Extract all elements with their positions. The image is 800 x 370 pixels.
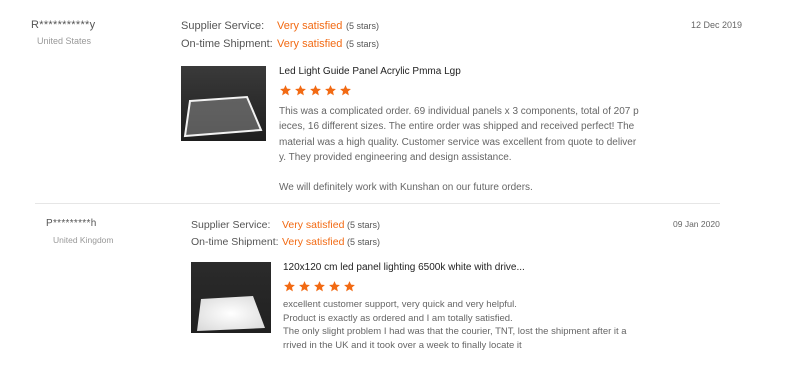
review-text-line (279, 165, 639, 180)
buyer-name: R***********y (31, 19, 96, 31)
shipment-value: Very satisfied (282, 236, 345, 248)
star-icon (295, 85, 306, 96)
product-thumbnail[interactable] (181, 66, 266, 141)
review-text: This was a complicated order. 69 individ… (279, 104, 639, 195)
rating-stars (283, 280, 356, 293)
supplier-service-stars: (5 stars) (347, 220, 381, 230)
review-text-line: material was a high quality. Customer se… (279, 136, 637, 148)
review-text: excellent customer support, very quick a… (283, 298, 627, 352)
star-icon (280, 85, 291, 96)
review-text-line: This was a complicated order. 69 individ… (279, 106, 639, 117)
shipment-value: Very satisfied (277, 38, 343, 50)
review-text-line: Product is exactly as ordered and I am t… (283, 312, 513, 324)
star-icon (325, 85, 336, 96)
supplier-service-stars: (5 stars) (346, 21, 380, 31)
buyer-country: United Kingdom (53, 235, 114, 245)
supplier-service-label: Supplier Service: (181, 20, 265, 32)
star-icon (344, 281, 355, 292)
supplier-service-value: Very satisfied (282, 219, 345, 231)
buyer-country: United States (37, 36, 92, 46)
review-date: 12 Dec 2019 (691, 20, 743, 30)
star-icon (314, 281, 325, 292)
star-icon (310, 85, 321, 96)
product-title[interactable]: 120x120 cm led panel lighting 6500k whit… (283, 262, 525, 273)
shipment-label: On-time Shipment: (181, 38, 273, 50)
review-text-line: y. They provided engineering and design … (279, 151, 512, 163)
star-icon (299, 281, 310, 292)
review-date: 09 Jan 2020 (673, 219, 720, 229)
product-thumbnail[interactable] (191, 262, 271, 333)
review-divider (35, 203, 720, 204)
shipment-label: On-time Shipment: (191, 236, 279, 248)
star-icon (340, 85, 351, 96)
shipment-stars: (5 stars) (346, 39, 380, 49)
review-text-line: excellent customer support, very quick a… (283, 299, 517, 310)
star-icon (329, 281, 340, 292)
rating-stars (279, 84, 352, 97)
supplier-service-label: Supplier Service: (191, 219, 271, 231)
review-text-line: We will definitely work with Kunshan on … (279, 182, 533, 194)
product-title[interactable]: Led Light Guide Panel Acrylic Pmma Lgp (279, 66, 461, 77)
supplier-service-value: Very satisfied (277, 20, 343, 32)
review-text-line: The only slight problem I had was that t… (283, 326, 627, 338)
buyer-name: P*********h (46, 218, 97, 229)
review-text-line: ieces, 16 different sizes. The entire or… (279, 121, 635, 133)
review-text-line: rrived in the UK and it took over a week… (283, 339, 522, 351)
star-icon (284, 281, 295, 292)
shipment-stars: (5 stars) (347, 237, 381, 247)
